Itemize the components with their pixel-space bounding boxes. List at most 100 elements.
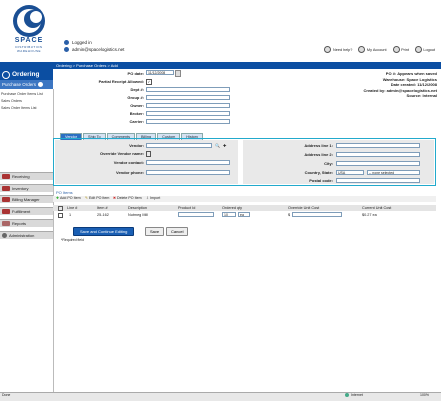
col-ordered-qty[interactable]: Ordered qty [222,206,242,210]
row-description: Nutmeg Mill [128,213,149,217]
override-vendor-checkbox[interactable] [146,151,151,157]
delete-icon: ✖ [113,196,117,200]
col-item[interactable]: Item # [97,206,108,210]
sidebar-item-so-items-list[interactable]: Sales Order Items List [1,106,37,110]
row-line: 1 [69,213,72,217]
row-product-id-field[interactable] [178,212,214,217]
save-button[interactable]: Save [145,227,165,236]
logout-icon [414,46,422,53]
account-icon [358,46,366,53]
po-date-field[interactable]: 11/12/2008 [146,70,174,75]
address2-label: Address line 2: [304,152,333,157]
vendor-contact-field[interactable] [146,160,230,165]
zoom-level[interactable]: 100% [420,393,429,397]
space-logo-icon [13,5,45,37]
add-item-button[interactable]: ✚ Add PO Item [56,196,81,200]
carrier-field[interactable] [146,119,230,124]
override-vendor-label: Override Vendor name: [99,151,144,156]
vendor-field[interactable] [146,143,212,148]
menu-reports[interactable]: Reports [0,219,53,227]
state-select[interactable]: -- none selected [367,170,420,175]
dept-field[interactable] [146,87,230,92]
top-links: Need help? My Account Print Logout [324,46,435,53]
carrier-label: Carrier: [129,119,144,124]
edit-item-button[interactable]: ✎ Edit PO Item [85,196,109,200]
brand-name: SPACE [14,37,44,44]
arrow-right-icon [38,82,44,87]
menu-fulfillment[interactable]: Fulfillment [0,207,53,215]
menu-administration[interactable]: Administration [0,231,53,239]
vendor-contact-label: Vendor contact: [113,160,144,165]
print-link[interactable]: Print [392,46,409,53]
menu-inventory[interactable]: Inventory [0,184,53,192]
section-header-ordering[interactable]: Ordering [0,69,53,80]
row-override-cost-field[interactable] [292,212,342,217]
broker-label: Broker: [129,111,144,116]
print-icon [392,46,400,53]
col-override-cost[interactable]: Override Unit Cost [288,206,319,210]
arrow-circle-icon [2,70,10,79]
country-select[interactable]: USA [336,170,364,175]
col-line[interactable]: Line # [67,206,77,210]
address1-label: Address line 1: [304,143,333,148]
vendor-phone-label: Vendor phone: [116,170,144,175]
admin-icon [2,233,7,238]
sidebar-item-sales-orders[interactable]: Sales Orders [1,99,22,103]
address1-field[interactable] [336,143,420,148]
country-state-label: Country, State: [304,170,333,175]
row-qty-field[interactable]: 10 [222,212,236,217]
user-line: admin@spacelogistics.net [64,47,124,52]
import-icon: ⇩ [146,196,150,200]
group-label: Group #: [127,95,144,100]
broker-field[interactable] [146,111,230,116]
row-override-prefix: $ [288,213,291,217]
receiving-icon [2,174,10,179]
my-account-link[interactable]: My Account [358,46,387,53]
col-description[interactable]: Description [128,206,147,210]
items-toolbar [53,196,436,202]
row-unit-select[interactable]: ea [238,212,250,217]
calendar-icon[interactable] [175,70,181,77]
col-product-id[interactable]: Product Id [178,206,195,210]
owner-field[interactable] [146,103,230,108]
owner-label: Owner: [130,103,144,108]
postal-code-field[interactable] [336,178,420,183]
po-date-label: PO date: [127,71,144,76]
partial-receipt-checkbox[interactable]: ✓ [146,79,152,85]
address2-field[interactable] [336,152,420,157]
city-field[interactable] [336,161,420,166]
help-link[interactable]: Need help? [324,46,352,53]
sidebar [0,89,54,400]
po-info: PO #: Appears when saved Warehouse: Spac… [363,71,437,98]
logged-in-line: Logged in [64,40,92,45]
required-note: *Required field [61,238,84,242]
row-item: 25-162 [97,213,109,217]
vendor-phone-field[interactable] [146,170,230,175]
menu-receiving[interactable]: Receiving [0,172,53,180]
billing-icon [2,197,10,202]
plus-icon: ✚ [56,196,60,200]
reports-icon [2,221,10,226]
row-checkbox[interactable] [58,213,63,218]
add-vendor-icon[interactable]: ✚ [223,143,229,148]
select-all-checkbox[interactable] [58,206,63,211]
city-label: City: [324,161,333,166]
save-continue-button[interactable]: Save and Continue Editing [73,227,135,236]
row-current-cost: $0.27 ea [362,213,377,217]
menu-billing-manager[interactable]: Billing Manager [0,195,53,203]
fulfillment-icon [2,209,10,214]
brand-tagline: DISTRIBUTION WAREHOUSE [15,45,43,53]
breadcrumb: Ordering > Purchase Orders > Add [56,63,118,68]
search-icon[interactable]: 🔍 [215,143,220,148]
sidebar-item-purchase-orders[interactable]: Purchase Orders [0,80,53,89]
cancel-button[interactable]: Cancel [166,227,189,236]
import-button[interactable]: ⇩ Import [146,196,160,200]
user-icon [64,47,69,52]
postal-code-label: Postal code: [309,178,333,183]
partial-receipt-label: Partial Receipt Allowed: [98,79,144,84]
group-field[interactable] [146,95,230,100]
delete-item-button[interactable]: ✖ Delete PO Item [113,196,142,200]
col-current-cost[interactable]: Current Unit Cost [362,206,391,210]
logout-link[interactable]: Logout [414,46,435,53]
sidebar-item-po-items-list[interactable]: Purchase Order Items List [1,92,43,96]
